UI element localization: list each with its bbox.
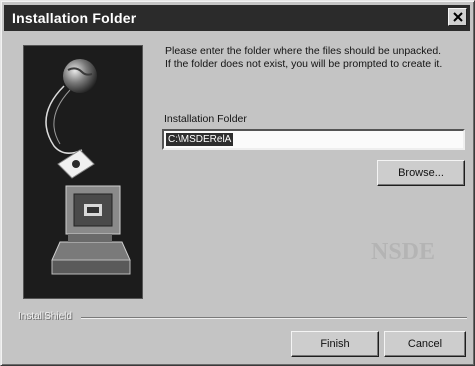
installation-folder-dialog: Installation Folder Please enter the fol… xyxy=(0,0,475,366)
browse-button[interactable]: Browse... xyxy=(377,160,465,186)
close-button[interactable] xyxy=(448,8,467,26)
installation-folder-input[interactable]: C:\MSDERelA xyxy=(162,129,465,150)
dialog-title: Installation Folder xyxy=(12,10,137,26)
finish-button[interactable]: Finish xyxy=(291,331,379,357)
installation-folder-value: C:\MSDERelA xyxy=(166,133,234,146)
installshield-label: InstallShield xyxy=(18,311,72,322)
title-bar: Installation Folder xyxy=(4,5,470,31)
instructions-text: Please enter the folder where the files … xyxy=(165,45,465,71)
background-artifact-text: NSDE xyxy=(371,239,436,265)
footer-divider xyxy=(81,317,467,319)
close-icon xyxy=(453,12,463,22)
installation-folder-label: Installation Folder xyxy=(164,113,247,125)
setup-computer-illustration xyxy=(24,46,142,298)
setup-illustration xyxy=(23,45,143,299)
cancel-button[interactable]: Cancel xyxy=(384,331,466,357)
instruction-line-1: Please enter the folder where the files … xyxy=(165,45,442,57)
instruction-line-2: If the folder does not exist, you will b… xyxy=(165,58,443,70)
